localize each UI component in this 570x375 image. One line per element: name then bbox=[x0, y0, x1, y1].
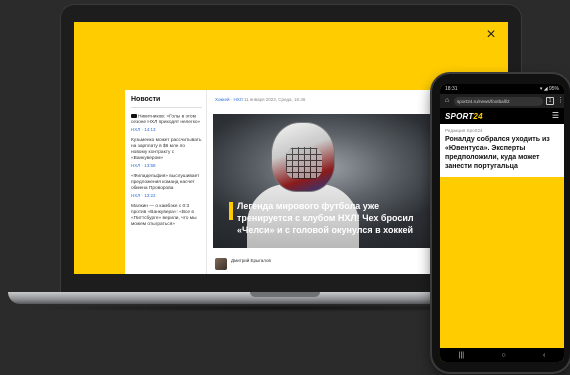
video-icon bbox=[131, 114, 137, 118]
author-avatar bbox=[215, 258, 227, 270]
back-button[interactable]: ‹ bbox=[543, 352, 545, 359]
status-indicators: ▾ ◢ 95% bbox=[539, 86, 559, 92]
goalie-helmet bbox=[271, 122, 335, 192]
news-item-text: Кузьменко может рассчитывать на зарплату… bbox=[131, 138, 202, 162]
home-button[interactable]: ○ bbox=[501, 352, 505, 359]
news-item[interactable]: «Филадельфия» выслушивает предложения ко… bbox=[131, 174, 202, 198]
more-options-icon[interactable]: ⋮ bbox=[557, 97, 564, 105]
phone-article: Редакция Sport24 Роналду собрался уходит… bbox=[440, 124, 564, 177]
news-item[interactable]: Никитников: «Голы в этом сезоне НХЛ прих… bbox=[131, 114, 202, 132]
article-rubric[interactable]: Хоккей · НХЛ bbox=[215, 97, 243, 102]
laptop-notch bbox=[250, 292, 320, 297]
sport24-logo[interactable]: SPORT24 bbox=[445, 112, 483, 121]
headline-accent bbox=[229, 202, 233, 220]
menu-icon[interactable]: ☰ bbox=[552, 112, 559, 120]
author-name[interactable]: Дмитрий Ерыгалов bbox=[231, 258, 271, 263]
news-sidebar: Новости Никитников: «Голы в этом сезоне … bbox=[125, 90, 207, 274]
news-item-text: Малкин — о камбэке с 0:3 против «Ванкуве… bbox=[131, 204, 197, 228]
android-nav-bar: ||| ○ ‹ bbox=[440, 348, 564, 362]
url-field[interactable]: sport24.ru/news/football/2 bbox=[454, 96, 543, 106]
news-item[interactable]: Малкин — о камбэке с 0:3 против «Ванкуве… bbox=[131, 204, 202, 228]
sports-news-page: Новости Никитников: «Голы в этом сезоне … bbox=[125, 90, 481, 274]
recent-apps-button[interactable]: ||| bbox=[459, 352, 464, 359]
article-headline[interactable]: Легенда мирового футбола уже тренируется… bbox=[237, 200, 423, 236]
tabs-count-button[interactable]: 1 bbox=[546, 97, 554, 105]
article-date: 11 января 2023, Среда, 16:46 bbox=[243, 97, 306, 102]
browser-toolbar: ⌂ sport24.ru/news/football/2 1 ⋮ bbox=[440, 94, 564, 108]
phone-screen: 18:31 ▾ ◢ 95% ⌂ sport24.ru/news/football… bbox=[440, 84, 564, 362]
phone-status-bar: 18:31 ▾ ◢ 95% bbox=[440, 84, 564, 94]
news-item-meta: НХЛ · 13:22 bbox=[131, 193, 156, 199]
phone-article-headline[interactable]: Роналду собрался уходить из «Ювентуса». … bbox=[445, 135, 559, 171]
news-item-text: Никитников: «Голы в этом сезоне НХЛ прих… bbox=[131, 114, 201, 126]
news-item[interactable]: Кузьменко может рассчитывать на зарплату… bbox=[131, 138, 202, 168]
phone: 18:31 ▾ ◢ 95% ⌂ sport24.ru/news/football… bbox=[432, 74, 570, 372]
site-header: SPORT24 ☰ bbox=[440, 108, 564, 124]
status-time: 18:31 bbox=[445, 86, 458, 92]
news-item-text: «Филадельфия» выслушивает предложения ко… bbox=[131, 174, 200, 192]
news-sidebar-title: Новости bbox=[131, 96, 202, 108]
close-button[interactable]: × bbox=[482, 26, 500, 44]
news-item-meta: НХЛ · 14:13 bbox=[131, 127, 156, 133]
phone-article-rubric: Редакция Sport24 bbox=[445, 128, 483, 133]
news-item-meta: НХЛ · 13:58 bbox=[131, 163, 156, 169]
home-icon[interactable]: ⌂ bbox=[443, 97, 451, 105]
